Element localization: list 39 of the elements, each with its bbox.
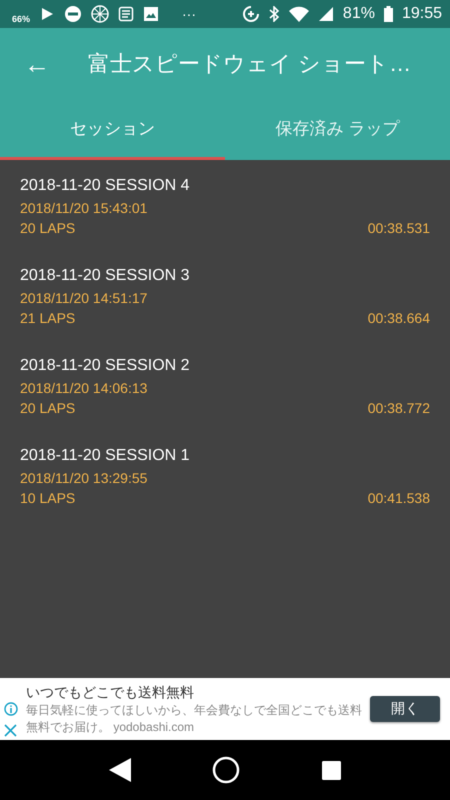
recents-icon[interactable] (322, 760, 342, 780)
session-date: 2018/11/20 14:06:13 (20, 379, 148, 398)
lap-count: 20 LAPS (20, 399, 76, 418)
battery-percent: 81% (342, 5, 375, 23)
more-notifications: ··· (182, 6, 196, 22)
battery-saver-percent: 66% (12, 14, 30, 26)
close-icon[interactable] (4, 724, 17, 736)
session-name[interactable]: 2018-11-20 SESSION 4 (20, 174, 190, 198)
wheel-icon (91, 5, 110, 23)
screen-title: 富士スピードウェイ ショート… (88, 50, 412, 78)
wifi-icon (288, 6, 309, 22)
session-name[interactable]: 2018-11-20 SESSION 2 (20, 354, 190, 378)
session-date: 2018/11/20 13:29:55 (20, 469, 148, 488)
clock: 19:55 (402, 5, 442, 23)
back-icon[interactable] (108, 758, 131, 782)
ad-headline: いつでもどこでも送料無料 (26, 683, 195, 702)
data-saver-icon (242, 6, 259, 22)
open-button[interactable]: 開く (370, 696, 440, 722)
play-icon (39, 6, 56, 22)
minus-circle-icon (64, 5, 82, 23)
session-name[interactable]: 2018-11-20 SESSION 3 (20, 264, 190, 288)
session-date: 2018/11/20 14:51:17 (20, 289, 148, 308)
lap-count: 21 LAPS (20, 309, 76, 328)
battery-icon (384, 6, 393, 22)
list-icon (118, 6, 134, 22)
bluetooth-icon (268, 6, 280, 22)
lap-count: 10 LAPS (20, 489, 76, 508)
session-name[interactable]: 2018-11-20 SESSION 1 (20, 444, 190, 468)
session-date: 2018/11/20 15:43:01 (20, 199, 148, 218)
signal-icon (318, 6, 334, 22)
best-lap-time: 00:41.538 (368, 489, 430, 508)
lap-count: 20 LAPS (20, 219, 76, 238)
ad-description: 毎日気軽に使ってほしいから、年会費なしで全国どこでも送料無料でお届け。 yodobashi.com (26, 702, 362, 736)
info-icon[interactable] (4, 702, 18, 716)
best-lap-time: 00:38.772 (368, 399, 430, 418)
home-icon[interactable] (212, 756, 240, 784)
best-lap-time: 00:38.531 (368, 219, 430, 238)
best-lap-time: 00:38.664 (368, 309, 430, 328)
image-icon (143, 6, 160, 22)
